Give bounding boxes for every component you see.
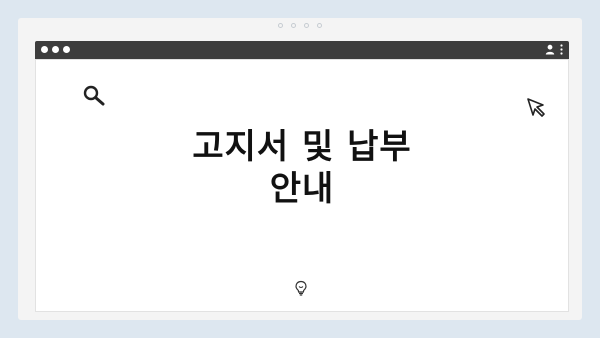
page-title-line: 안내 xyxy=(269,169,335,209)
window-controls xyxy=(41,46,70,53)
browser-content: 고지서 및 납부 안내 xyxy=(35,59,569,312)
page-dot[interactable] xyxy=(291,23,296,28)
page-indicator xyxy=(278,23,322,28)
page-dot[interactable] xyxy=(317,23,322,28)
browser-titlebar xyxy=(35,41,569,59)
titlebar-actions xyxy=(545,44,563,55)
more-vertical-icon[interactable] xyxy=(560,44,563,55)
page-title-line: 고지서 및 납부 xyxy=(192,127,412,167)
page-dot[interactable] xyxy=(278,23,283,28)
page-title: 고지서 및 납부 안내 xyxy=(96,126,508,210)
page-dot[interactable] xyxy=(304,23,309,28)
search-icon[interactable] xyxy=(82,84,106,110)
window-control-dot[interactable] xyxy=(41,46,48,53)
lightbulb-icon xyxy=(294,280,308,300)
window-control-dot[interactable] xyxy=(63,46,70,53)
window-control-dot[interactable] xyxy=(52,46,59,53)
user-icon[interactable] xyxy=(545,44,555,55)
cursor-icon xyxy=(526,97,548,123)
